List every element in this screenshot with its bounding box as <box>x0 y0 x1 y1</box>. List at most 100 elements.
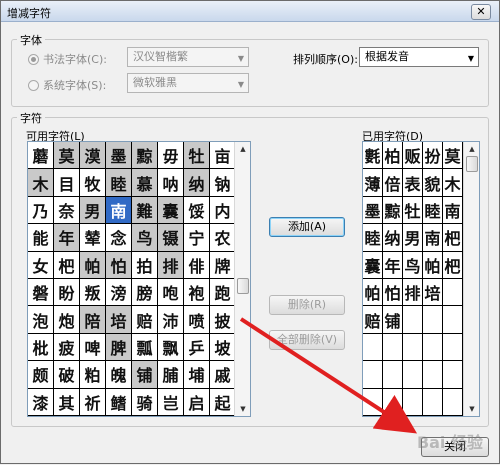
scroll-thumb[interactable] <box>466 156 478 172</box>
used-char-cell[interactable]: 表 <box>403 169 423 197</box>
used-char-cell[interactable] <box>443 333 463 362</box>
available-char-cell[interactable]: 启 <box>184 388 210 416</box>
available-char-cell[interactable]: 内 <box>210 196 236 225</box>
available-char-cell[interactable]: 漆 <box>28 388 54 416</box>
available-char-cell[interactable]: 慕 <box>132 169 158 197</box>
available-char-cell[interactable]: 脯 <box>158 361 184 389</box>
available-char-cell[interactable]: 岂 <box>158 388 184 416</box>
available-char-cell[interactable]: 滂 <box>106 278 132 307</box>
available-char-cell[interactable]: 炮 <box>54 306 80 334</box>
used-char-cell[interactable]: 木 <box>443 169 463 197</box>
available-char-cell[interactable]: 起 <box>210 388 236 416</box>
available-char-cell[interactable]: 喷 <box>184 306 210 334</box>
system-font-radio[interactable]: 系统字体(S): <box>28 77 106 93</box>
used-char-cell[interactable]: 睦 <box>363 224 383 252</box>
available-char-cell[interactable]: 赔 <box>132 306 158 334</box>
used-char-cell[interactable]: 鸟 <box>403 251 423 279</box>
available-char-cell[interactable]: 盼 <box>54 278 80 307</box>
used-char-cell[interactable]: 倍 <box>383 169 403 197</box>
available-char-cell[interactable]: 年 <box>54 224 80 252</box>
used-char-cell[interactable] <box>383 388 403 416</box>
available-char-cell[interactable]: 莫 <box>54 142 80 170</box>
used-char-cell[interactable] <box>443 361 463 389</box>
used-char-cell[interactable]: 貌 <box>423 169 443 197</box>
available-char-cell[interactable]: 膀 <box>132 278 158 307</box>
available-char-cell[interactable]: 坡 <box>210 333 236 362</box>
available-char-cell[interactable]: 瓢 <box>132 333 158 362</box>
available-char-cell[interactable]: 陪 <box>80 306 106 334</box>
calligraphy-font-radio[interactable]: 书法字体(C): <box>28 51 107 67</box>
used-char-cell[interactable]: 贩 <box>403 142 423 170</box>
scroll-down-icon[interactable]: ▼ <box>235 402 250 416</box>
used-char-cell[interactable] <box>423 388 443 416</box>
available-char-cell[interactable]: 牧 <box>80 169 106 197</box>
delete-button[interactable]: 删除(R) <box>269 295 345 315</box>
used-char-cell[interactable] <box>363 333 383 362</box>
available-char-cell[interactable]: 黥 <box>132 142 158 170</box>
available-char-cell[interactable]: 奈 <box>54 196 80 225</box>
used-char-cell[interactable]: 纳 <box>383 224 403 252</box>
available-char-cell[interactable]: 颇 <box>28 361 54 389</box>
used-char-cell[interactable]: 铺 <box>383 306 403 334</box>
scroll-thumb[interactable] <box>237 278 249 294</box>
available-char-cell[interactable]: 其 <box>54 388 80 416</box>
scroll-down-icon[interactable]: ▼ <box>464 402 479 416</box>
available-char-cell[interactable]: 帕 <box>80 251 106 279</box>
available-char-cell[interactable]: 能 <box>28 224 54 252</box>
used-char-cell[interactable]: 杷 <box>443 224 463 252</box>
scroll-up-icon[interactable]: ▲ <box>464 142 479 156</box>
available-char-cell[interactable]: 乒 <box>184 333 210 362</box>
delete-all-button[interactable]: 全部删除(V) <box>269 330 345 350</box>
available-char-cell[interactable]: 女 <box>28 251 54 279</box>
available-char-cell[interactable]: 墨 <box>106 142 132 170</box>
used-char-cell[interactable]: 薄 <box>363 169 383 197</box>
used-char-cell[interactable] <box>423 361 443 389</box>
used-char-cell[interactable] <box>383 361 403 389</box>
sort-order-select[interactable]: 根据发音 ▼ <box>359 47 479 67</box>
available-char-cell[interactable]: 飘 <box>158 333 184 362</box>
available-char-cell[interactable]: 毋 <box>158 142 184 170</box>
used-char-cell[interactable] <box>443 278 463 307</box>
close-icon[interactable]: ✕ <box>476 5 485 18</box>
available-char-cell[interactable]: 啤 <box>80 333 106 362</box>
available-char-cell[interactable]: 馁 <box>184 196 210 225</box>
used-char-cell[interactable] <box>363 361 383 389</box>
available-char-cell[interactable]: 戚 <box>210 361 236 389</box>
available-chars-grid[interactable]: 蘑莫漠墨黥毋牡亩木目牧睦慕呐纳钠乃奈男南難囊馁内能年辇念鸟镊宁农女杷帕怕拍排俳牌… <box>27 141 251 417</box>
used-char-cell[interactable] <box>403 306 423 334</box>
used-char-cell[interactable]: 牡 <box>403 196 423 225</box>
available-char-cell[interactable]: 木 <box>28 169 54 197</box>
available-char-cell[interactable]: 祈 <box>80 388 106 416</box>
used-chars-grid[interactable]: 氀柏贩扮莫薄倍表貌木墨黥牡睦南睦纳男南杷囊年鸟帕杷帕怕排培赔铺 ▲ ▼ <box>362 141 480 417</box>
available-char-cell[interactable]: 磐 <box>28 278 54 307</box>
available-char-cell[interactable]: 钠 <box>210 169 236 197</box>
used-char-cell[interactable]: 柏 <box>383 142 403 170</box>
available-char-cell[interactable]: 念 <box>106 224 132 252</box>
used-char-cell[interactable]: 扮 <box>423 142 443 170</box>
available-char-cell[interactable]: 呐 <box>158 169 184 197</box>
available-char-cell[interactable]: 牡 <box>184 142 210 170</box>
available-char-cell[interactable]: 漠 <box>80 142 106 170</box>
available-char-cell[interactable]: 农 <box>210 224 236 252</box>
used-char-cell[interactable]: 南 <box>423 224 443 252</box>
close-window-button[interactable]: ✕ <box>471 4 491 20</box>
available-char-cell[interactable]: 蘑 <box>28 142 54 170</box>
used-char-cell[interactable] <box>403 333 423 362</box>
used-char-cell[interactable]: 排 <box>403 278 423 307</box>
used-char-cell[interactable]: 赔 <box>363 306 383 334</box>
available-char-cell[interactable]: 目 <box>54 169 80 197</box>
available-char-cell[interactable]: 鸟 <box>132 224 158 252</box>
available-char-cell[interactable]: 脾 <box>106 333 132 362</box>
used-char-cell[interactable] <box>363 388 383 416</box>
radio-icon[interactable] <box>28 53 39 65</box>
available-char-cell[interactable]: 怕 <box>106 251 132 279</box>
used-char-cell[interactable]: 睦 <box>423 196 443 225</box>
available-char-cell[interactable]: 泡 <box>28 306 54 334</box>
used-char-cell[interactable]: 培 <box>423 278 443 307</box>
available-char-cell[interactable]: 袍 <box>184 278 210 307</box>
available-char-cell[interactable]: 鳍 <box>106 388 132 416</box>
available-chars-scrollbar[interactable]: ▲ ▼ <box>234 142 250 416</box>
available-char-cell[interactable]: 亩 <box>210 142 236 170</box>
available-char-cell[interactable]: 咆 <box>158 278 184 307</box>
used-char-cell[interactable]: 南 <box>443 196 463 225</box>
